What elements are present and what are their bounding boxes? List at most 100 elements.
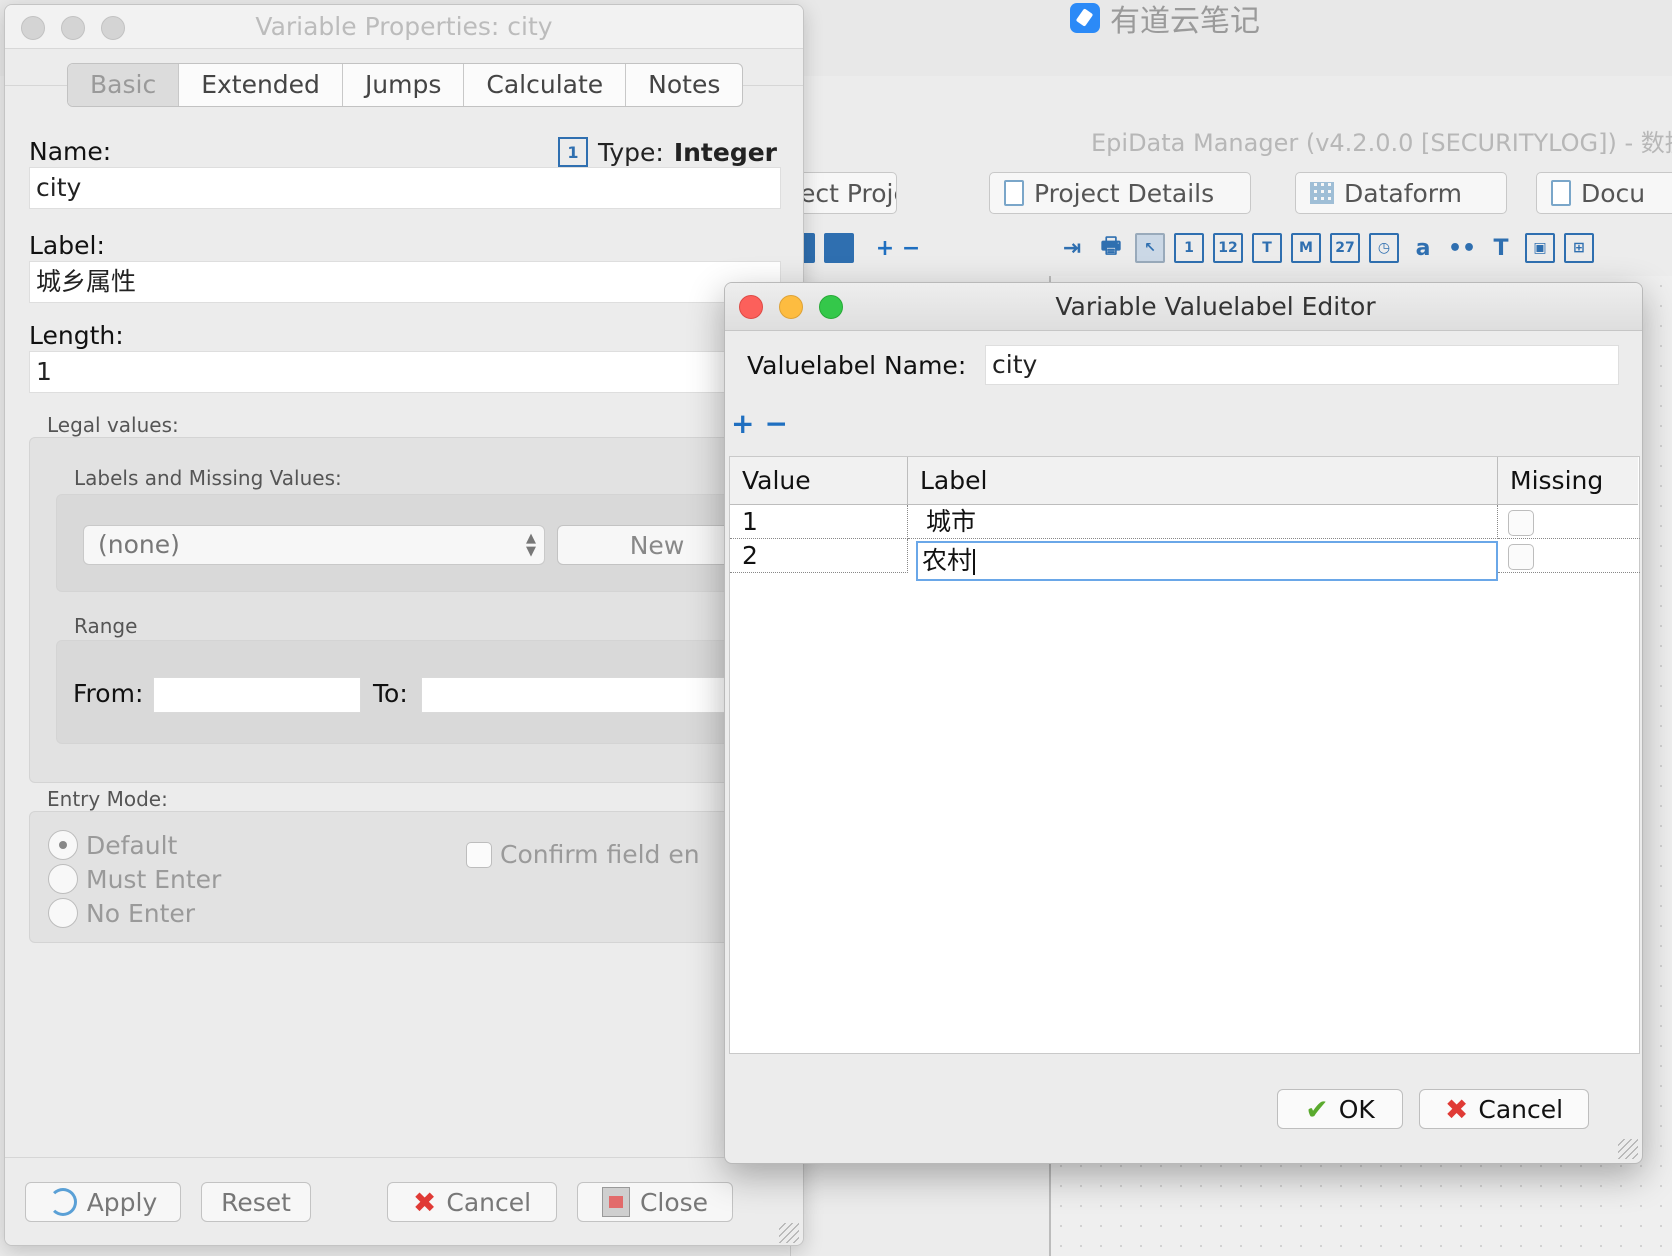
cancel-x-icon: ✖ — [412, 1185, 437, 1219]
valuelabel-select[interactable]: (none) ▲ ▼ — [83, 525, 545, 565]
entry-mode-default[interactable]: Default — [48, 830, 177, 860]
align-icon[interactable]: ⊞ — [1564, 233, 1594, 263]
auto-field-icon[interactable]: a — [1408, 233, 1438, 263]
valuelabel-editor-window: Variable Valuelabel Editor Valuelabel Na… — [724, 282, 1643, 1164]
project-details-label: Project Details — [1034, 178, 1215, 208]
checkbox-icon — [466, 841, 492, 868]
heading-icon[interactable]: T — [1486, 233, 1516, 263]
column-header-label[interactable]: Label — [908, 457, 1498, 505]
document-icon — [1004, 180, 1024, 206]
save-icon[interactable] — [824, 233, 854, 263]
memo-field-icon[interactable]: M — [1291, 233, 1321, 263]
label-field[interactable]: 城乡属性 — [29, 261, 781, 303]
cancel-label: Cancel — [446, 1187, 532, 1217]
ok-label: OK — [1338, 1094, 1375, 1124]
entry-mode-default-label: Default — [86, 830, 178, 860]
type-indicator: 1 Type: Integer — [557, 137, 777, 167]
type-prefix: Type: — [597, 137, 664, 167]
cancel-button[interactable]: ✖ Cancel — [387, 1182, 557, 1222]
range-group: From: To: — [56, 640, 796, 744]
entry-mode-no-enter-label: No Enter — [86, 898, 196, 928]
valuelabel-name-field[interactable]: city — [985, 345, 1619, 385]
cell-value-row1[interactable]: 1 — [730, 505, 908, 539]
resize-grip-icon[interactable] — [1618, 1139, 1638, 1159]
youdao-titlebar: 有道云笔记 — [1070, 0, 1260, 39]
missing-checkbox-row1[interactable] — [1508, 510, 1534, 536]
manager-left-toolbar: + − — [801, 226, 933, 270]
time-field-icon[interactable]: ◷ — [1369, 233, 1399, 263]
entry-mode-label: Entry Mode: — [47, 787, 168, 811]
add-row-icon[interactable]: + — [731, 407, 754, 440]
text-caret — [973, 549, 976, 575]
variable-properties-titlebar: Variable Properties: city — [5, 5, 803, 49]
reset-button[interactable]: Reset — [201, 1182, 311, 1222]
name-label: Name: — [29, 137, 112, 166]
length-field[interactable]: 1 — [29, 351, 781, 393]
missing-checkbox-row2[interactable] — [1508, 544, 1534, 570]
print-icon[interactable]: 🖶 — [1096, 233, 1126, 263]
entry-mode-must-enter-label: Must Enter — [86, 864, 222, 894]
ok-button[interactable]: ✔ OK — [1277, 1089, 1403, 1129]
text-field-icon[interactable]: T — [1252, 233, 1282, 263]
close-label: Close — [639, 1187, 709, 1217]
entry-mode-no-enter[interactable]: No Enter — [48, 898, 195, 928]
tab-jumps[interactable]: Jumps — [343, 64, 465, 106]
legal-values-label: Legal values: — [47, 413, 179, 437]
remove-row-icon[interactable]: − — [764, 407, 787, 440]
youdao-note-icon — [1070, 3, 1100, 33]
float-field-icon[interactable]: 12 — [1213, 233, 1243, 263]
dataform-label: Dataform — [1344, 178, 1462, 208]
documentation-button[interactable]: Docu — [1536, 172, 1672, 214]
legal-values-group: Labels and Missing Values: (none) ▲ ▼ New… — [29, 437, 796, 783]
integer-field-icon[interactable]: 1 — [1174, 233, 1204, 263]
tab-basic[interactable]: Basic — [68, 64, 180, 106]
radio-selected-icon — [48, 830, 78, 860]
cancel-x-icon: ✖ — [1444, 1092, 1469, 1126]
more-icon[interactable]: •• — [1447, 233, 1477, 263]
grid-icon — [1310, 182, 1334, 204]
close-button[interactable]: Close — [577, 1182, 733, 1222]
project-details-button[interactable]: Project Details — [989, 172, 1251, 214]
add-remove-field-icons[interactable]: + − — [863, 233, 933, 263]
tab-calculate[interactable]: Calculate — [464, 64, 627, 106]
tab-extended[interactable]: Extended — [179, 64, 343, 106]
valuelabel-name-label: Valuelabel Name: — [747, 351, 967, 380]
apply-label: Apply — [86, 1187, 158, 1217]
manager-window-title: EpiData Manager (v4.2.0.0 [SECURITYLOG])… — [1091, 129, 1672, 157]
cell-label-row1[interactable]: 城市 — [908, 505, 1498, 539]
cell-missing-row2[interactable] — [1498, 539, 1640, 573]
properties-button-bar: Apply Reset ✖ Cancel Close — [5, 1157, 803, 1245]
cell-label-row2-text: 农村 — [922, 546, 973, 575]
date-field-icon[interactable]: 27 — [1330, 233, 1360, 263]
range-to-field[interactable] — [421, 677, 761, 713]
labels-missing-label: Labels and Missing Values: — [74, 466, 342, 490]
valuelabel-cancel-button[interactable]: ✖ Cancel — [1419, 1089, 1589, 1129]
cell-label-row2-editor[interactable]: 农村 — [916, 541, 1498, 581]
confirm-field-label: Confirm field en — [500, 840, 700, 869]
section-icon[interactable]: ▣ — [1525, 233, 1555, 263]
tab-notes[interactable]: Notes — [626, 64, 742, 106]
name-field[interactable]: city — [29, 167, 781, 209]
entry-mode-group: Default Must Enter No Enter Confirm fiel… — [29, 811, 789, 943]
cell-missing-row1[interactable] — [1498, 505, 1640, 539]
pointer-icon[interactable]: ↖ — [1135, 233, 1165, 263]
cell-value-row2[interactable]: 2 — [730, 539, 908, 573]
confirm-field-entry-checkbox[interactable]: Confirm field en — [466, 840, 700, 869]
youdao-title: 有道云笔记 — [1110, 4, 1260, 39]
column-header-value[interactable]: Value — [730, 457, 908, 505]
label-label: Label: — [29, 231, 105, 260]
range-from-field[interactable] — [153, 677, 361, 713]
dataform-button[interactable]: Dataform — [1295, 172, 1507, 214]
radio-icon — [48, 898, 78, 928]
to-label: To: — [373, 679, 408, 708]
close-door-icon — [601, 1187, 630, 1217]
column-header-missing[interactable]: Missing — [1498, 457, 1638, 505]
resize-grip-icon[interactable] — [779, 1223, 799, 1243]
from-label: From: — [73, 679, 144, 708]
refresh-icon — [48, 1188, 77, 1216]
entry-mode-must-enter[interactable]: Must Enter — [48, 864, 221, 894]
import-icon[interactable]: ⇥ — [1057, 233, 1087, 263]
apply-button[interactable]: Apply — [25, 1182, 181, 1222]
length-label: Length: — [29, 321, 124, 350]
valuelabel-name-row: Valuelabel Name: city — [725, 331, 1642, 387]
